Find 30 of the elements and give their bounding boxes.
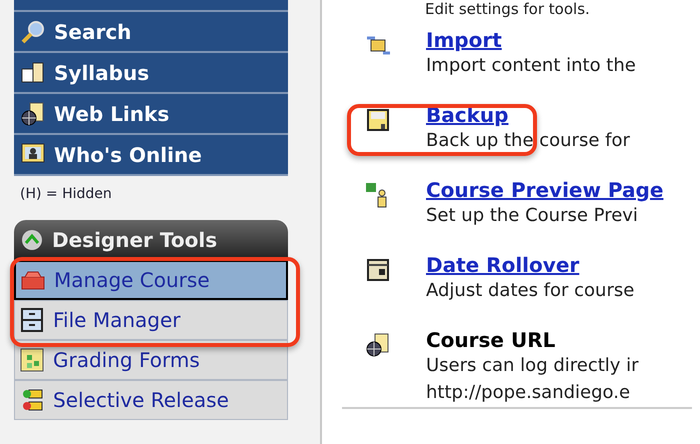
tool-link[interactable]: Date Rollover [426, 253, 580, 277]
tool-title: Course URL [426, 328, 556, 352]
section-header[interactable]: Designer Tools [14, 220, 288, 260]
calendar-icon [365, 257, 391, 283]
file-cabinet-icon [19, 307, 45, 333]
tool-link[interactable]: Import [426, 28, 502, 52]
description-text: Set up the Course Previ [426, 204, 638, 228]
sidebar-item[interactable]: Syllabus [14, 53, 288, 94]
globe-document-icon [20, 100, 46, 126]
description-text: Import content into the [426, 54, 636, 78]
sidebar-item[interactable]: Grading Forms [14, 340, 288, 380]
description-text: Users can log directly ir [426, 354, 639, 378]
sidebar-item[interactable]: Search [14, 12, 288, 53]
sidebar-item[interactable]: Web Links [14, 94, 288, 135]
description-text: Adjust dates for course [426, 279, 634, 303]
tool-link[interactable]: Backup [426, 103, 508, 127]
description-text: http://pope.sandiego.e [426, 381, 630, 405]
grid-icon [19, 347, 45, 373]
description-text: Edit settings for tools. [425, 0, 590, 18]
tool-link[interactable]: Course Preview Page [426, 178, 664, 202]
sidebar-item[interactable]: File Manager [14, 300, 288, 340]
sidebar-item[interactable]: Who's Online [14, 135, 288, 176]
sidebar-item[interactable]: Selective Release [14, 380, 288, 420]
globe-document-icon [365, 332, 391, 358]
collapse-icon[interactable] [20, 228, 44, 252]
description-text: Back up the course for [426, 129, 630, 153]
legend-text: (H) = Hidden [20, 186, 112, 202]
search-icon [20, 18, 46, 44]
book-icon [20, 60, 46, 86]
sidebar-item[interactable]: Manage Course [14, 260, 288, 300]
